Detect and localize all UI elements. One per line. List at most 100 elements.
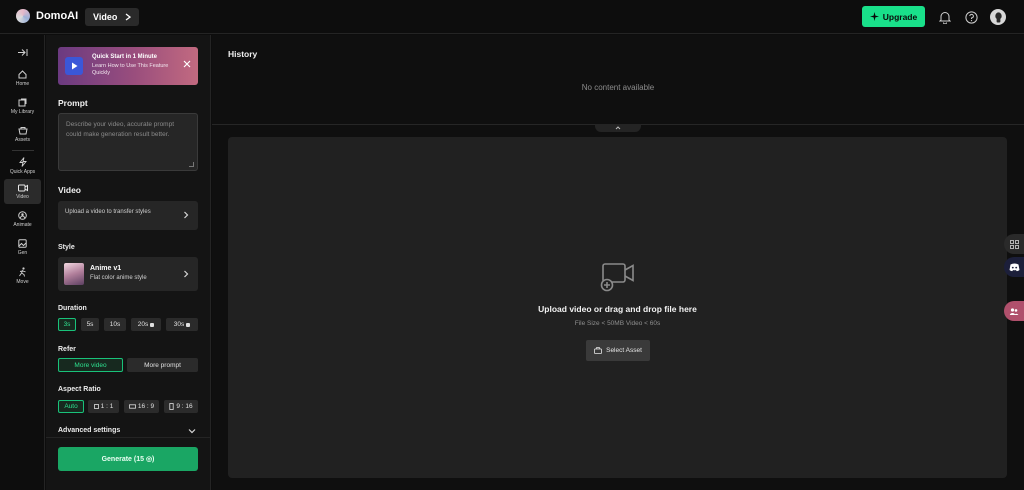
chevron-right-icon xyxy=(184,211,189,219)
upgrade-label: Upgrade xyxy=(882,11,918,22)
duration-option-10s[interactable]: 10s xyxy=(104,318,126,331)
nav-item-assets[interactable]: Assets xyxy=(4,122,41,147)
aspect-label: 16 : 9 xyxy=(137,403,155,410)
aspect-option-16-9[interactable]: 16 : 9 xyxy=(124,400,159,413)
refer-more-video[interactable]: More video xyxy=(58,358,123,372)
top-bar: DomoAI Video Upgrade xyxy=(0,0,1024,34)
nav-item-home[interactable]: Home xyxy=(4,66,41,91)
nav-label-move: Move xyxy=(16,278,29,285)
duration-option-30s[interactable]: 30s xyxy=(166,318,198,331)
left-navigation: Home My Library Assets Quick Apps Video … xyxy=(0,35,45,490)
discord-icon xyxy=(1009,263,1019,271)
nav-label-animate: Animate xyxy=(13,222,32,228)
library-icon xyxy=(18,98,27,107)
duration-label: 20s xyxy=(137,321,149,328)
nav-label-gen: Gen xyxy=(17,250,28,256)
play-icon xyxy=(65,57,83,75)
aspect-label: 9 : 16 xyxy=(176,403,193,410)
prompt-title: Prompt xyxy=(58,98,88,108)
aspect-option-1-1[interactable]: 1 : 1 xyxy=(88,400,119,413)
video-section-title: Video xyxy=(58,185,81,195)
generate-button[interactable]: Generate (15 ◎) xyxy=(58,447,198,471)
refer-label: More video xyxy=(74,361,107,369)
nav-item-quick-apps[interactable]: Quick Apps xyxy=(4,153,41,178)
chevron-down-icon[interactable] xyxy=(188,428,196,434)
nav-item-move[interactable]: Move xyxy=(4,263,41,288)
domoai-logo-icon xyxy=(16,9,30,23)
nav-label-home: Home xyxy=(15,81,30,87)
collapse-sidebar-button[interactable] xyxy=(4,43,41,61)
upload-video-card[interactable]: Upload a video to transfer styles xyxy=(58,201,198,230)
nav-label-my-library: My Library xyxy=(10,109,35,115)
lock-icon xyxy=(150,322,155,327)
nav-item-gen[interactable]: Gen xyxy=(4,235,41,260)
duration-label: 5s xyxy=(86,321,94,328)
aspect-label: Auto xyxy=(64,403,78,410)
refer-more-prompt[interactable]: More prompt xyxy=(127,358,198,372)
prompt-placeholder: Describe your video, accurate prompt cou… xyxy=(66,121,175,138)
select-asset-button[interactable]: Select Asset xyxy=(586,340,650,361)
gen-icon xyxy=(18,239,27,248)
style-selector[interactable]: Anime v1 Flat color anime style xyxy=(58,257,198,291)
assets-icon xyxy=(17,127,28,135)
panel-footer-divider xyxy=(46,437,211,438)
prompt-textarea[interactable]: Describe your video, accurate prompt cou… xyxy=(58,113,198,171)
nav-item-video[interactable]: Video xyxy=(4,179,41,204)
nav-item-animate[interactable]: Animate xyxy=(4,207,41,232)
discord-widget-button[interactable] xyxy=(1004,257,1024,277)
help-icon xyxy=(964,10,978,24)
upgrade-button[interactable]: Upgrade xyxy=(862,6,925,27)
style-description: Flat color anime style xyxy=(90,275,147,281)
close-icon[interactable] xyxy=(182,59,192,69)
sparkle-icon xyxy=(869,12,879,21)
feedback-widget-button[interactable] xyxy=(1004,301,1024,321)
apps-widget-button[interactable] xyxy=(1004,234,1024,254)
app-name: DomoAI xyxy=(36,10,79,22)
select-asset-label: Select Asset xyxy=(606,347,642,354)
chevron-right-icon xyxy=(184,270,189,278)
video-icon xyxy=(17,184,28,191)
main-content: History No content available Upload vide… xyxy=(212,35,1024,490)
aspect-ratio-title: Aspect Ratio xyxy=(58,386,101,393)
generate-label: Generate (15 ◎) xyxy=(101,456,155,463)
duration-option-5s[interactable]: 5s xyxy=(81,318,99,331)
breadcrumb-video[interactable]: Video xyxy=(85,8,140,26)
history-empty-text: No content available xyxy=(581,83,655,92)
aspect-option-auto[interactable]: Auto xyxy=(58,400,84,413)
duration-option-20s[interactable]: 20s xyxy=(131,318,161,331)
animate-icon xyxy=(18,211,27,220)
help-button[interactable] xyxy=(964,10,978,24)
lock-icon xyxy=(186,322,191,327)
chevron-right-icon xyxy=(125,13,132,21)
nav-divider xyxy=(12,150,34,151)
resize-handle-icon[interactable] xyxy=(189,162,194,167)
duration-option-3s[interactable]: 3s xyxy=(58,318,76,331)
chevron-up-icon xyxy=(615,126,621,130)
collapse-arrow-icon xyxy=(18,48,28,56)
dropzone-title: Upload video or drag and drop file here xyxy=(538,304,697,314)
user-avatar[interactable] xyxy=(990,9,1006,25)
style-title: Style xyxy=(58,244,75,251)
dropzone-limits: File Size < 50MB Video < 60s xyxy=(574,320,661,327)
aspect-label: 1 : 1 xyxy=(100,403,114,410)
nav-label-quick-apps: Quick Apps xyxy=(9,168,36,175)
breadcrumb-label: Video xyxy=(93,12,118,22)
bell-icon xyxy=(939,11,951,24)
quick-apps-icon xyxy=(18,156,27,167)
aspect-option-9-16[interactable]: 9 : 16 xyxy=(164,400,198,413)
nav-label-assets: Assets xyxy=(14,137,30,143)
app-logo[interactable]: DomoAI xyxy=(16,9,78,23)
asset-icon xyxy=(594,347,603,354)
duration-label: 10s xyxy=(109,321,121,328)
collapse-history-button[interactable] xyxy=(595,124,641,132)
notifications-button[interactable] xyxy=(938,10,952,24)
nav-label-video: Video xyxy=(16,193,29,200)
advanced-settings-toggle[interactable]: Advanced settings xyxy=(58,427,120,434)
user-avatar-icon xyxy=(994,11,1002,22)
upload-dropzone[interactable]: Upload video or drag and drop file here … xyxy=(228,137,1007,478)
quick-start-banner[interactable]: Quick Start in 1 Minute Learn How to Use… xyxy=(58,47,198,85)
style-thumbnail xyxy=(64,263,84,285)
move-icon xyxy=(19,266,26,277)
grid-icon xyxy=(1009,239,1019,249)
nav-item-my-library[interactable]: My Library xyxy=(4,94,41,119)
